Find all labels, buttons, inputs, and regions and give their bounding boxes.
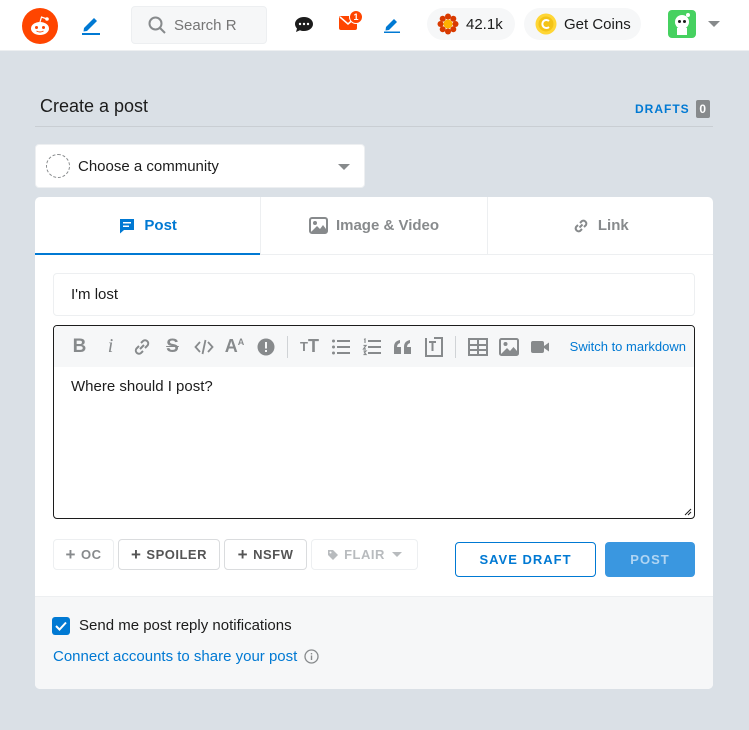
link-icon — [574, 219, 588, 232]
tab-link-label: Link — [597, 217, 629, 234]
body-editor[interactable]: B i S AA TT Switch to markdown Where sho… — [53, 325, 695, 519]
plus-icon: + — [65, 544, 76, 564]
get-coins-label: Get Coins — [564, 15, 631, 33]
body-text: Where should I post? — [71, 378, 213, 395]
table-icon[interactable] — [462, 326, 493, 367]
video-icon[interactable] — [524, 326, 555, 367]
oc-label: OC — [80, 547, 102, 562]
quote-block-icon[interactable] — [387, 326, 418, 367]
notifications-label: Send me post reply notifications — [79, 617, 292, 634]
coin-icon — [535, 13, 557, 35]
mail-badge: 1 — [349, 10, 363, 24]
post-icon — [120, 218, 135, 233]
checkmark-icon — [55, 621, 67, 631]
numbered-list-icon[interactable] — [356, 326, 387, 367]
page-title: Create a post — [40, 96, 149, 116]
title-input[interactable]: I'm lost — [53, 273, 695, 316]
toolbar-divider — [455, 335, 456, 358]
save-draft-button[interactable]: SAVE DRAFT — [455, 542, 596, 577]
chevron-down-icon — [338, 164, 350, 170]
post-card: Post Image & Video Link I'm lost B i S A… — [35, 197, 713, 689]
inline-code-icon[interactable] — [188, 326, 219, 367]
divider — [35, 126, 713, 127]
spoiler-button[interactable]: + SPOILER — [118, 539, 220, 570]
info-icon[interactable] — [304, 649, 319, 664]
italic-icon[interactable]: i — [95, 326, 126, 367]
insert-image-icon[interactable] — [493, 326, 524, 367]
user-menu-chevron-icon[interactable] — [708, 21, 720, 27]
bulleted-list-icon[interactable] — [325, 326, 356, 367]
nsfw-button[interactable]: + NSFW — [224, 539, 307, 570]
superscript-icon[interactable]: AA — [219, 326, 250, 367]
tab-link[interactable]: Link — [488, 197, 713, 254]
karma-count: 42.1k — [466, 15, 503, 33]
connect-accounts-link[interactable]: Connect accounts to share your post — [53, 648, 319, 665]
notifications-checkbox[interactable] — [52, 617, 70, 635]
reddit-logo-icon[interactable] — [22, 8, 58, 44]
formatting-toolbar: B i S AA TT Switch to markdown — [54, 326, 694, 367]
plus-icon: + — [237, 544, 249, 564]
spoiler-label: SPOILER — [146, 547, 207, 562]
tab-post-label: Post — [144, 217, 177, 234]
post-options-footer: Send me post reply notifications Connect… — [35, 596, 713, 689]
community-placeholder-icon — [46, 154, 70, 178]
tab-image-video-label: Image & Video — [335, 217, 440, 234]
resize-handle-icon[interactable] — [684, 508, 692, 516]
nsfw-label: NSFW — [253, 547, 294, 562]
drafts-button[interactable]: DRAFTS 0 — [635, 100, 710, 118]
karma-pill[interactable]: 42.1k — [427, 8, 515, 40]
switch-to-markdown-link[interactable]: Switch to markdown — [570, 339, 686, 354]
heading-icon[interactable]: TT — [294, 326, 325, 367]
create-post-pencil-icon[interactable] — [80, 13, 102, 40]
tab-post[interactable]: Post — [35, 197, 262, 255]
community-select[interactable]: Choose a community — [35, 144, 365, 188]
image-icon — [308, 217, 328, 234]
code-block-icon[interactable] — [418, 326, 449, 367]
post-button[interactable]: POST — [605, 542, 695, 577]
community-placeholder: Choose a community — [78, 157, 219, 175]
oc-button[interactable]: + OC — [53, 539, 114, 570]
drafts-label: DRAFTS — [635, 102, 690, 116]
link-format-icon[interactable] — [126, 326, 157, 367]
flair-label: FLAIR — [344, 547, 385, 562]
bold-icon[interactable]: B — [64, 326, 95, 367]
strikethrough-icon[interactable]: S — [157, 326, 188, 367]
karma-flower-icon — [437, 13, 459, 35]
spoiler-icon[interactable] — [250, 326, 281, 367]
avatar[interactable] — [668, 10, 696, 38]
chat-icon[interactable] — [294, 16, 314, 39]
toolbar-divider — [287, 335, 288, 358]
drafts-count-badge: 0 — [695, 100, 710, 118]
search-icon — [148, 16, 166, 34]
post-type-tabs: Post Image & Video Link — [35, 197, 713, 255]
get-coins-button[interactable]: Get Coins — [524, 8, 641, 40]
flair-button[interactable]: FLAIR — [311, 539, 418, 570]
connect-accounts-label: Connect accounts to share your post — [53, 648, 298, 665]
tab-image-video[interactable]: Image & Video — [261, 197, 488, 254]
top-bar: 1 42.1k Get Coins — [0, 0, 749, 51]
search-box[interactable] — [131, 6, 267, 44]
plus-icon: + — [130, 544, 142, 564]
search-input[interactable] — [174, 16, 244, 34]
mail-icon[interactable]: 1 — [339, 10, 363, 35]
chevron-down-icon — [391, 552, 402, 557]
create-post-icon[interactable] — [383, 15, 401, 38]
tag-icon — [328, 549, 339, 560]
